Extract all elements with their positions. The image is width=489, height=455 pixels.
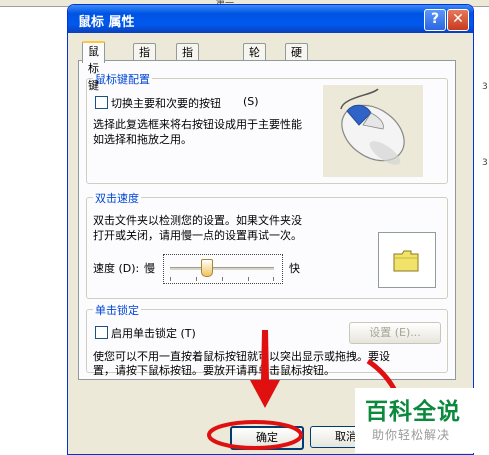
speed-slider-tick [248, 277, 249, 281]
background-text-right-1: 3 [482, 82, 488, 92]
speed-slider-tick [222, 277, 223, 281]
tab-pointer-options[interactable]: 指针选项 [176, 43, 199, 110]
speed-slider[interactable] [163, 254, 283, 284]
folder-icon[interactable] [393, 250, 419, 272]
switch-buttons-hotkey: (S) [243, 95, 259, 108]
speed-slider-tick [170, 277, 171, 281]
speed-slow-label: 慢 [144, 262, 155, 275]
double-click-group: 双击速度 双击文件夹以检测您的设置。如果文件夹没 打开或关闭，请用慢一点的设置再… [86, 190, 448, 299]
mouse-icon [323, 85, 423, 177]
background-text-right-2: 3 [482, 158, 488, 168]
switch-buttons-desc-1: 选择此复选框来将右按钮设成用于主要性能 [93, 118, 302, 131]
test-folder-area[interactable] [378, 232, 436, 288]
watermark-subtitle: 助你轻松解决 [372, 428, 451, 442]
speed-slider-track [170, 267, 274, 270]
annotation-arrow-down-icon [250, 330, 280, 408]
dialog-title: 鼠标 属性 [78, 15, 135, 30]
double-click-legend: 双击速度 [93, 190, 141, 206]
tab-hardware[interactable]: 硬件 [285, 43, 308, 76]
annotation-ellipse-icon [207, 420, 303, 450]
tab-wheel[interactable]: 轮 [243, 43, 266, 61]
speed-label: 速度 (D): [93, 262, 140, 275]
speed-slider-tick [273, 277, 274, 281]
speed-slider-thumb[interactable] [201, 259, 214, 277]
watermark: 百科全说 助你轻松解决 [355, 388, 489, 453]
click-lock-label[interactable]: 启用单击锁定 (T) [111, 325, 196, 341]
watermark-title: 百科全说 [365, 399, 461, 425]
tab-pointers[interactable]: 指针 [133, 43, 156, 76]
click-lock-settings-button[interactable]: 设置 (E)... [349, 322, 441, 344]
close-button[interactable]: ✕ [447, 9, 469, 31]
button-config-group: 鼠标键配置 切换主要和次要的按钮 (S) 选择此复选框来将右按钮设成用于主要性能… [86, 71, 448, 184]
double-click-desc-1: 双击文件夹以检测您的设置。如果文件夹没 [93, 214, 302, 227]
button-config-legend: 鼠标键配置 [93, 71, 152, 87]
click-lock-checkbox[interactable] [95, 326, 108, 339]
click-lock-desc-2: 置，请按下鼠标按钮。要放开请再单击鼠标按钮。 [93, 364, 335, 377]
tab-buttons[interactable]: 鼠标键 [82, 41, 105, 92]
switch-buttons-desc-2: 如选择和拖放之用。 [93, 133, 192, 146]
switch-buttons-label[interactable]: 切换主要和次要的按钮 [111, 95, 221, 111]
title-bar[interactable]: 鼠标 属性 ? ✕ [68, 5, 473, 33]
speed-slider-tick [196, 277, 197, 281]
click-lock-legend: 单击锁定 [93, 302, 141, 318]
help-button[interactable]: ? [424, 9, 446, 31]
speed-fast-label: 快 [289, 262, 300, 275]
switch-buttons-checkbox[interactable] [95, 96, 108, 109]
double-click-desc-2: 打开或关闭，请用慢一点的设置再试一次。 [93, 229, 302, 242]
